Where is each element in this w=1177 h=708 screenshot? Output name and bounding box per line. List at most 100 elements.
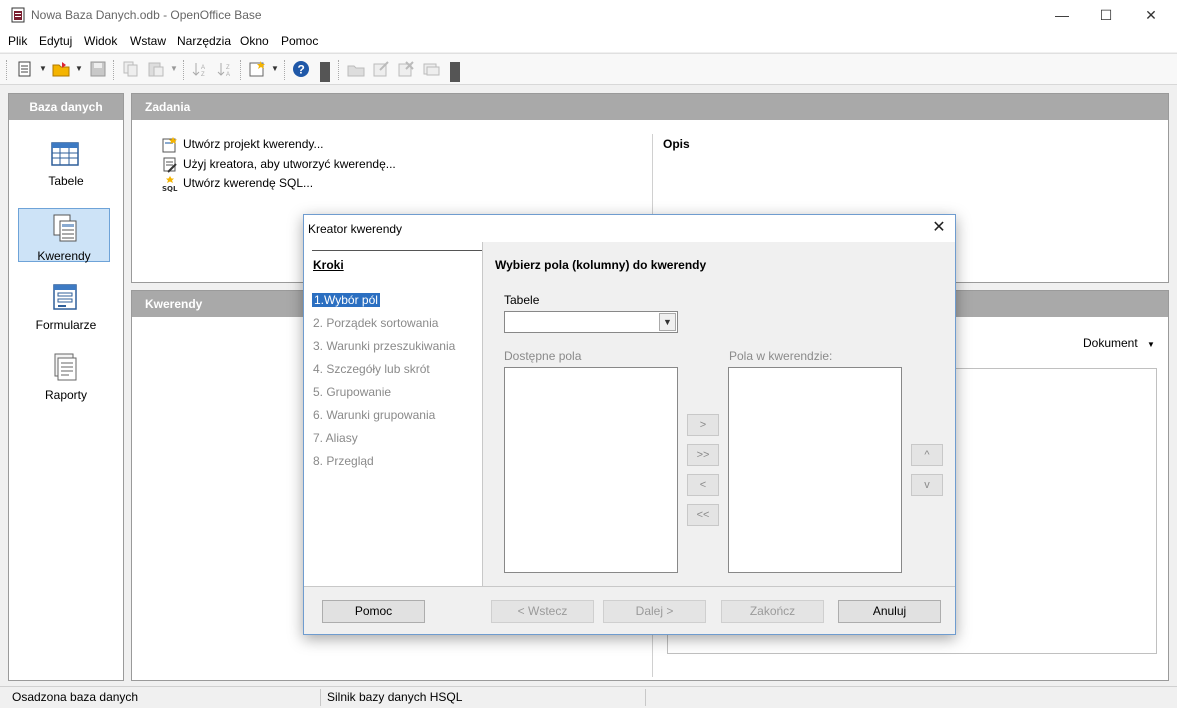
toolbar-separator [338,60,339,80]
sort-descending-icon[interactable]: ZA [216,60,234,78]
sidebar-item-label: Raporty [44,388,88,402]
chevron-down-icon[interactable]: ▼ [170,64,178,73]
copy-icon[interactable] [122,60,140,78]
open-folder-icon[interactable] [52,60,70,78]
menu-plik[interactable]: Plik [8,34,27,48]
available-fields-label: Dostępne pola [504,349,582,363]
close-window-button[interactable]: ✕ [1128,0,1174,30]
dialog-titlebar: Kreator kwerendy ✕ [304,215,955,242]
available-fields-list[interactable] [504,367,678,573]
next-button[interactable]: Dalej > [603,600,706,623]
tables-combobox[interactable]: ▼ [504,311,678,333]
sidebar-item-raporty[interactable]: Raporty [9,348,123,402]
step-2-sort-order[interactable]: 2. Porządek sortowania [313,316,438,330]
query-icon [53,214,77,242]
step-5-grouping[interactable]: 5. Grupowanie [313,385,391,399]
sidebar-item-kwerendy[interactable]: Kwerendy [18,208,110,263]
paste-icon[interactable] [147,60,165,78]
maximize-button[interactable]: ☐ [1083,0,1129,30]
remove-selected-button[interactable]: < [687,474,719,496]
toolbar-separator [113,60,114,80]
step-4-detail-or-summary[interactable]: 4. Szczegóły lub skrót [313,362,430,376]
menu-bar: Plik Edytuj Widok Wstaw Narzędzia Okno P… [0,30,1177,52]
task-use-query-wizard[interactable]: Użyj kreatora, aby utworzyć kwerendę... [162,157,396,173]
open-object-icon[interactable] [347,60,365,78]
query-fields-label: Pola w kwerendzie: [729,349,833,363]
dialog-button-bar: Pomoc < Wstecz Dalej > Zakończ Anuluj [304,586,955,634]
preview-mode-dropdown[interactable]: Dokument ▼ [1083,336,1155,350]
move-selected-button[interactable]: > [687,414,719,436]
help-icon[interactable]: ? [292,60,310,78]
wizard-icon [163,157,177,173]
status-database-type: Osadzona baza danych [12,690,139,704]
chevron-down-icon[interactable]: ▼ [659,313,676,331]
help-button[interactable]: Pomoc [322,600,425,623]
sidebar-item-tabele[interactable]: Tabele [9,134,123,188]
menu-okno[interactable]: Okno [240,34,269,48]
toolbar-separator [284,60,285,80]
page-heading: Wybierz pola (kolumny) do kwerendy [495,258,707,272]
menu-widok[interactable]: Widok [84,34,117,48]
toolbar-overflow-icon[interactable] [320,62,330,82]
svg-text:SQL: SQL [162,185,178,192]
task-label: Utwórz projekt kwerendy... [183,137,324,152]
description-title: Opis [663,137,690,151]
chevron-down-icon[interactable]: ▼ [39,64,47,73]
svg-text:?: ? [298,63,305,77]
sql-icon: SQL [162,176,178,192]
save-icon[interactable] [89,60,107,78]
minimize-button[interactable]: — [1039,0,1085,30]
toolbar-separator [240,60,241,80]
new-document-icon[interactable] [16,60,34,78]
openoffice-base-icon [11,7,25,23]
svg-text:A: A [201,65,205,71]
tables-label: Tabele [504,293,540,307]
back-button[interactable]: < Wstecz [491,600,594,623]
status-separator [320,689,321,706]
query-wizard-dialog: Kreator kwerendy ✕ Kroki 1.Wybór pól 2. … [303,214,956,635]
move-up-button[interactable]: ^ [911,444,943,466]
move-all-button[interactable]: >> [687,444,719,466]
sidebar-item-formularze[interactable]: Formularze [9,278,123,332]
sidebar-item-label: Formularze [35,318,97,332]
svg-text:A: A [226,72,230,78]
finish-button[interactable]: Zakończ [721,600,824,623]
task-create-sql-query[interactable]: SQL Utwórz kwerendę SQL... [162,176,313,192]
database-panel-title: Baza danych [9,94,123,120]
menu-narzedzia[interactable]: Narzędzia [177,34,231,48]
remove-all-button[interactable]: << [687,504,719,526]
wizard-steps-panel: Kroki 1.Wybór pól 2. Porządek sortowania… [304,242,483,586]
close-icon[interactable]: ✕ [929,218,949,238]
cancel-button[interactable]: Anuluj [838,600,941,623]
query-fields-list[interactable] [728,367,902,573]
step-7-aliases[interactable]: 7. Aliasy [313,431,358,445]
rename-object-icon[interactable] [422,60,440,78]
step-6-grouping-conditions[interactable]: 6. Warunki grupowania [313,408,435,422]
task-label: Utwórz kwerendę SQL... [183,176,314,191]
steps-divider [312,250,482,251]
window-title: Nowa Baza Danych.odb - OpenOffice Base [31,8,262,22]
chevron-down-icon[interactable]: ▼ [75,64,83,73]
toolbar-overflow-icon[interactable] [450,62,460,82]
task-create-query-design[interactable]: Utwórz projekt kwerendy... [162,137,324,153]
sort-ascending-icon[interactable]: AZ [191,60,209,78]
preview-mode-label: Dokument [1083,336,1138,350]
status-engine: Silnik bazy danych HSQL [327,690,463,704]
database-panel: Baza danych Tabele Kwerendy Formularze R… [8,93,124,681]
move-down-button[interactable]: v [911,474,943,496]
menu-edytuj[interactable]: Edytuj [39,34,72,48]
toolbar-separator [183,60,184,80]
menu-wstaw[interactable]: Wstaw [130,34,166,48]
step-3-search-conditions[interactable]: 3. Warunki przeszukiwania [313,339,455,353]
form-icon[interactable] [248,60,266,78]
steps-title: Kroki [313,258,344,272]
edit-object-icon[interactable] [372,60,390,78]
dialog-title: Kreator kwerendy [308,222,403,236]
sidebar-item-label: Kwerendy [37,249,91,263]
delete-object-icon[interactable] [397,60,415,78]
step-8-overview[interactable]: 8. Przegląd [313,454,374,468]
step-1-field-selection[interactable]: 1.Wybór pól [312,293,380,307]
chevron-down-icon[interactable]: ▼ [271,64,279,73]
menu-pomoc[interactable]: Pomoc [281,34,318,48]
toolbar-grip [6,60,7,80]
